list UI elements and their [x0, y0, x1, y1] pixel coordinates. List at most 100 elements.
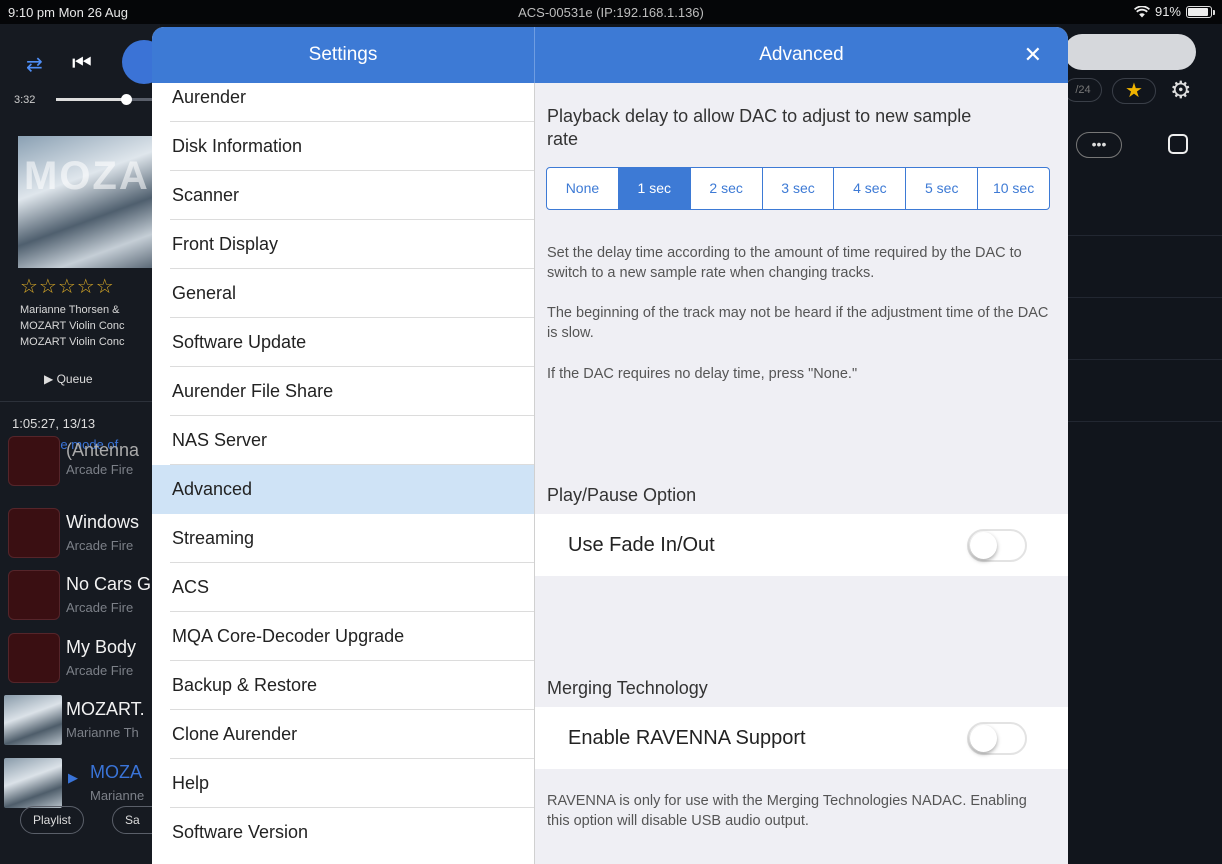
delay-option-2-sec[interactable]: 2 sec: [691, 168, 763, 209]
menu-item-label: Streaming: [172, 528, 255, 548]
delay-option-3-sec[interactable]: 3 sec: [763, 168, 835, 209]
track-title: My Body: [66, 637, 137, 657]
track-artist: Marianne: [90, 788, 145, 803]
menu-item-disk-information[interactable]: Disk Information: [152, 122, 534, 171]
menu-item-acs[interactable]: ACS: [152, 563, 534, 612]
menu-item-help[interactable]: Help: [152, 759, 534, 808]
menu-item-label: Help: [172, 773, 210, 793]
menu-item-clone-aurender[interactable]: Clone Aurender: [152, 710, 534, 759]
menu-item-mqa-upgrade[interactable]: MQA Core-Decoder Upgrade: [152, 612, 534, 661]
menu-item-label: NAS Server: [172, 430, 268, 450]
divider: [0, 401, 160, 402]
menu-item-label: MQA Core-Decoder Upgrade: [172, 626, 405, 646]
track-artist: Marianne Th: [66, 725, 139, 740]
artist-line: Marianne Thorsen &: [20, 304, 120, 316]
ravenna-row: Enable RAVENNA Support: [535, 707, 1068, 769]
elapsed-time: 3:32: [14, 94, 36, 106]
delay-option-10-sec[interactable]: 10 sec: [978, 168, 1049, 209]
album-line-2: MOZART Violin Conc: [20, 336, 125, 348]
menu-item-label: Software Update: [172, 332, 307, 352]
playlist-button[interactable]: Playlist: [20, 806, 85, 834]
ravenna-label: Enable RAVENNA Support: [568, 727, 806, 749]
delay-section-title: Playback delay to allow DAC to adjust to…: [547, 106, 972, 149]
menu-item-label: Backup & Restore: [172, 675, 318, 695]
status-bar: 9:10 pm Mon 26 Aug ACS-00531e (IP:192.16…: [0, 0, 1222, 24]
menu-item-label: Front Display: [172, 234, 279, 254]
progress-slider[interactable]: [56, 94, 156, 105]
fade-toggle[interactable]: [967, 529, 1027, 562]
delay-description: Set the delay time according to the amou…: [547, 245, 1022, 281]
background-list: [1066, 174, 1222, 422]
track-title: MOZA: [90, 762, 142, 782]
menu-item-aurender[interactable]: Aurender: [152, 73, 534, 122]
menu-item-label: Clone Aurender: [172, 724, 298, 744]
battery-percent: 91%: [1154, 4, 1181, 19]
queue-button[interactable]: ▶ Queue: [44, 372, 93, 386]
merging-section-title: Merging Technology: [547, 678, 708, 698]
rating-stars[interactable]: ☆☆☆☆☆: [20, 274, 115, 299]
menu-item-backup-restore[interactable]: Backup & Restore: [152, 661, 534, 710]
track-thumbnail: [8, 633, 60, 683]
delay-option-4-sec[interactable]: 4 sec: [834, 168, 907, 209]
menu-item-general[interactable]: General: [152, 269, 534, 318]
play-pause-section-title: Play/Pause Option: [547, 485, 697, 505]
album-line: MOZART Violin Conc: [20, 320, 125, 332]
queue-total: 1:05:27, 13/13: [12, 416, 96, 431]
menu-item-advanced[interactable]: Advanced: [152, 465, 534, 514]
list-item[interactable]: MOZART. Marianne Th: [0, 689, 160, 751]
delay-segmented-control: None 1 sec 2 sec 3 sec 4 sec 5 sec 10 se…: [546, 167, 1050, 210]
menu-item-front-display[interactable]: Front Display: [152, 220, 534, 269]
ravenna-description: RAVENNA is only for use with the Merging…: [547, 793, 1027, 829]
menu-item-streaming[interactable]: Streaming: [152, 514, 534, 563]
track-thumbnail: [4, 758, 62, 808]
track-thumbnail: [8, 508, 60, 558]
track-thumbnail: [8, 436, 60, 486]
settings-modal: Settings Advanced ✕ Aurender Disk Inform…: [152, 27, 1068, 864]
list-item[interactable]: My Body Arcade Fire: [0, 627, 160, 689]
ravenna-toggle[interactable]: [967, 722, 1027, 755]
track-title: Windows: [66, 512, 140, 532]
delay-option-none[interactable]: None: [547, 168, 619, 209]
menu-item-file-share[interactable]: Aurender File Share: [152, 367, 534, 416]
menu-item-label: Advanced: [172, 479, 253, 499]
delay-option-5-sec[interactable]: 5 sec: [906, 168, 979, 209]
fade-label: Use Fade In/Out: [568, 534, 715, 556]
track-artist: Arcade Fire: [66, 462, 134, 477]
album-art[interactable]: MOZART: [18, 136, 205, 268]
track-artist: Arcade Fire: [66, 663, 134, 678]
delay-option-1-sec[interactable]: 1 sec: [618, 168, 691, 209]
track-title: MOZART.: [66, 699, 145, 719]
wifi-icon: [1133, 5, 1150, 17]
settings-menu: Aurender Disk Information Scanner Front …: [152, 83, 534, 864]
list-item[interactable]: No Cars G Arcade Fire: [0, 564, 160, 626]
list-item[interactable]: Windows Arcade Fire: [0, 502, 160, 564]
track-title: (Antenna: [66, 440, 140, 460]
track-count: /24: [1064, 78, 1102, 102]
menu-item-label: Software Version: [172, 822, 309, 842]
menu-item-nas-server[interactable]: NAS Server: [152, 416, 534, 465]
menu-item-software-version[interactable]: Software Version: [152, 808, 534, 857]
device-name: ACS-00531e (IP:192.168.1.136): [518, 5, 704, 20]
select-checkbox[interactable]: [1168, 134, 1188, 154]
now-playing-icon: ▶: [68, 770, 78, 785]
menu-item-label: Aurender File Share: [172, 381, 334, 401]
menu-item-label: ACS: [172, 577, 210, 597]
menu-item-software-update[interactable]: Software Update: [152, 318, 534, 367]
menu-item-scanner[interactable]: Scanner: [152, 171, 534, 220]
repeat-icon[interactable]: ⇄: [26, 52, 43, 77]
close-icon[interactable]: ✕: [1024, 27, 1042, 83]
status-right: 91%: [1133, 4, 1215, 19]
advanced-title: Advanced: [759, 44, 844, 65]
search-input[interactable]: [1064, 34, 1196, 70]
previous-track-icon[interactable]: ⏮: [72, 50, 92, 76]
fade-row: Use Fade In/Out: [535, 514, 1068, 576]
advanced-header: Advanced ✕: [535, 27, 1068, 83]
gear-icon[interactable]: ⚙: [1170, 76, 1192, 105]
queue-label: Queue: [56, 372, 93, 386]
track-thumbnail: [8, 570, 60, 620]
list-item[interactable]: (Antenna Arcade Fire: [0, 436, 160, 494]
list-item-playing[interactable]: ▶ MOZA Marianne: [0, 752, 160, 814]
more-options-button[interactable]: •••: [1076, 132, 1122, 158]
toggle-knob: [970, 532, 997, 559]
favorite-star-icon[interactable]: ★: [1112, 78, 1156, 104]
